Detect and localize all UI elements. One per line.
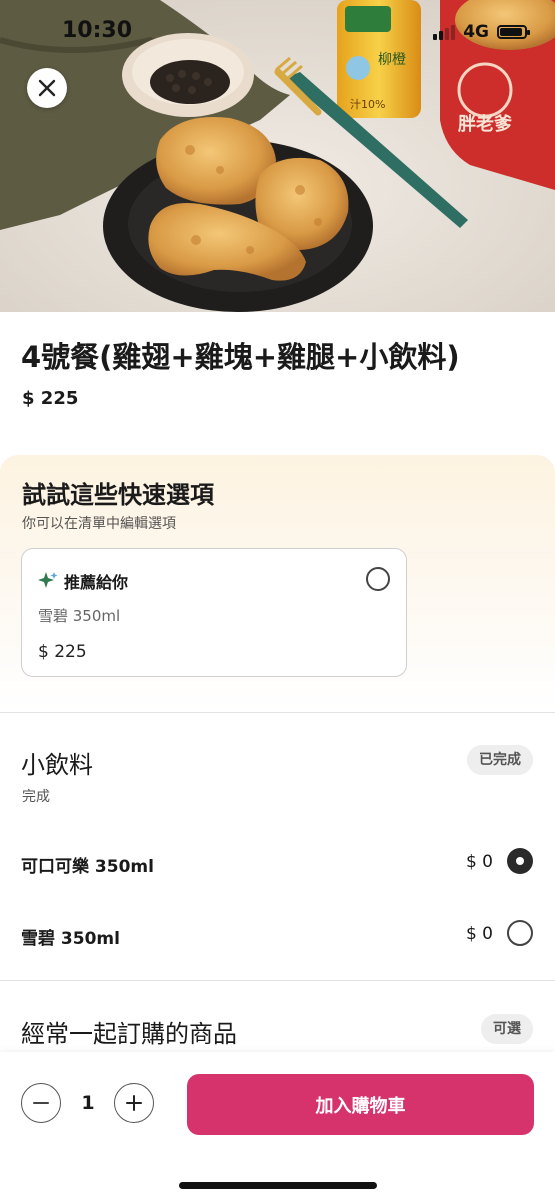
drink-option-radio-selected[interactable]: [507, 848, 533, 874]
status-indicators: 4G: [433, 22, 530, 42]
quantity-value: 1: [81, 1092, 95, 1114]
optional-badge: 可選: [481, 1014, 533, 1044]
increase-quantity-button[interactable]: [114, 1083, 154, 1123]
product-price: $ 225: [22, 388, 79, 409]
recommended-option-card[interactable]: 推薦給你 雪碧 350ml $ 225: [21, 548, 407, 677]
section-divider: [0, 712, 555, 713]
drink-section-title: 小飲料: [21, 751, 93, 779]
network-type: 4G: [463, 22, 489, 42]
completed-badge: 已完成: [467, 745, 533, 775]
plus-icon: [126, 1095, 142, 1111]
quick-options-subtitle: 你可以在清單中編輯選項: [22, 516, 176, 532]
section-divider: [0, 980, 555, 981]
close-button[interactable]: [27, 68, 67, 108]
signal-icon: [433, 24, 456, 40]
recommended-radio[interactable]: [366, 567, 390, 591]
decrease-quantity-button[interactable]: [21, 1083, 61, 1123]
sparkle-icon: [38, 572, 58, 588]
status-bar: 10:30 4G: [0, 0, 555, 64]
drink-option-row[interactable]: 可口可樂 350ml $ 0: [0, 842, 555, 886]
can-badge: 汁10%: [350, 98, 385, 111]
minus-icon: [33, 1102, 49, 1104]
drink-option-price: $ 0: [465, 852, 493, 872]
status-time: 10:30: [62, 18, 133, 43]
recommended-item: 雪碧 350ml: [38, 607, 121, 625]
add-to-cart-button[interactable]: 加入購物車: [187, 1074, 534, 1135]
drink-option-radio[interactable]: [507, 920, 533, 946]
quick-options-title: 試試這些快速選項: [22, 481, 214, 509]
frequent-section-title: 經常一起訂購的商品: [21, 1020, 237, 1048]
drink-option-name: 雪碧 350ml: [21, 929, 120, 949]
drink-option-name: 可口可樂 350ml: [21, 857, 154, 877]
product-title: 4號餐(雞翅+雞塊+雞腿+小飲料): [21, 340, 460, 374]
recommended-price: $ 225: [38, 642, 87, 662]
close-icon: [38, 79, 56, 97]
drink-section-status: 完成: [22, 789, 50, 805]
drink-option-price: $ 0: [465, 924, 493, 944]
box-label: 胖老爹: [458, 113, 513, 135]
recommended-header: 推薦給你: [38, 569, 128, 593]
quick-options-section: 試試這些快速選項 你可以在清單中編輯選項 推薦給你 雪碧 350ml $ 225: [0, 455, 555, 710]
home-indicator: [179, 1182, 377, 1189]
battery-icon: [497, 25, 530, 39]
recommended-label: 推薦給你: [64, 573, 129, 592]
drink-option-row[interactable]: 雪碧 350ml $ 0: [0, 914, 555, 958]
